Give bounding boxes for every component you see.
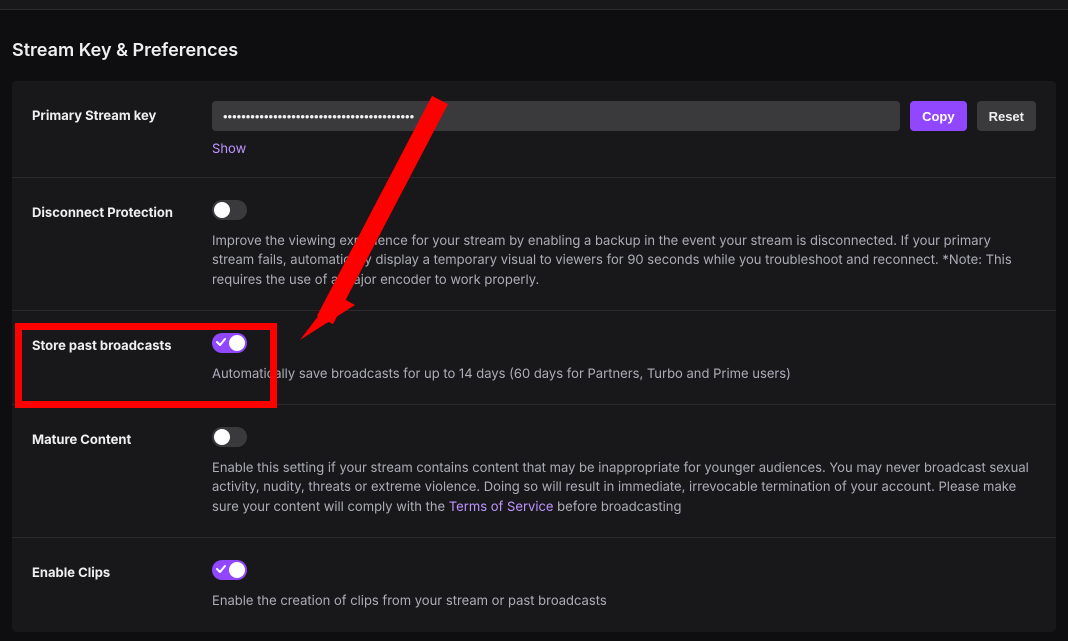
enable-clips-label: Enable Clips: [32, 565, 110, 581]
copy-button[interactable]: Copy: [910, 101, 967, 131]
top-bar: [0, 0, 1068, 10]
reset-button[interactable]: Reset: [977, 101, 1036, 131]
disconnect-protection-label: Disconnect Protection: [32, 205, 173, 221]
disconnect-protection-description: Improve the viewing experience for your …: [212, 232, 1036, 291]
setting-row-mature-content: Mature Content Enable this setting if yo…: [12, 405, 1056, 538]
setting-row-disconnect-protection: Disconnect Protection Improve the viewin…: [12, 178, 1056, 311]
setting-row-stream-key: Primary Stream key Copy Reset Show: [12, 81, 1056, 178]
store-past-broadcasts-label: Store past broadcasts: [32, 338, 171, 354]
disconnect-protection-toggle[interactable]: [212, 200, 247, 220]
terms-of-service-link[interactable]: Terms of Service: [449, 499, 554, 515]
setting-row-enable-clips: Enable Clips Enable the creation of clip…: [12, 538, 1056, 631]
enable-clips-toggle[interactable]: [212, 560, 247, 580]
stream-key-input[interactable]: [212, 101, 900, 131]
settings-panel: Primary Stream key Copy Reset Show Disco…: [12, 81, 1056, 632]
store-past-broadcasts-toggle[interactable]: [212, 333, 247, 353]
mature-content-label: Mature Content: [32, 432, 131, 448]
mature-content-desc-part2: before broadcasting: [554, 499, 682, 515]
stream-key-label: Primary Stream key: [32, 108, 156, 124]
check-icon: [215, 563, 227, 575]
setting-row-store-past-broadcasts: Store past broadcasts Automatically save…: [12, 311, 1056, 405]
mature-content-description: Enable this setting if your stream conta…: [212, 459, 1036, 518]
show-link[interactable]: Show: [212, 141, 246, 157]
page-title: Stream Key & Preferences: [12, 40, 1056, 61]
store-past-broadcasts-description: Automatically save broadcasts for up to …: [212, 365, 1036, 385]
check-icon: [215, 336, 227, 348]
mature-content-toggle[interactable]: [212, 427, 247, 447]
enable-clips-description: Enable the creation of clips from your s…: [212, 592, 1036, 612]
